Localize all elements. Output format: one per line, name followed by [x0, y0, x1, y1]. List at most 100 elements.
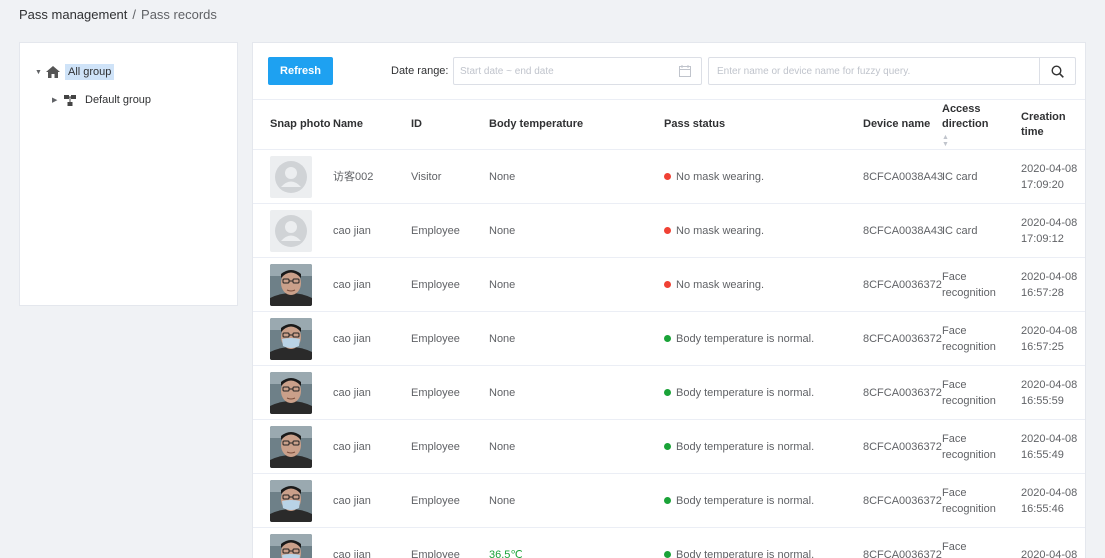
status-dot-icon [664, 388, 671, 396]
breadcrumb-current: Pass records [141, 7, 217, 22]
cell-id: Employee [411, 473, 489, 528]
snap-photo[interactable] [270, 317, 312, 360]
caret-down-icon[interactable]: ▼ [35, 69, 45, 76]
cell-name: cao jian [333, 311, 411, 366]
group-tree-panel: ▼ All group ▶ Default group [19, 42, 238, 306]
cell-id: Employee [411, 311, 489, 366]
cell-creation-time: 2020-04-08 16:55:46 [1021, 473, 1085, 528]
cell-access-direction: IC card [942, 149, 1021, 204]
breadcrumb: Pass management / Pass records [19, 7, 217, 22]
group-icon [62, 93, 78, 107]
cell-body-temperature: None [489, 257, 664, 312]
table-row[interactable]: cao jian Employee None No mask wearing. 8CFC… [253, 257, 1085, 312]
cell-name: cao jian [333, 365, 411, 420]
snap-photo[interactable] [270, 209, 312, 252]
cell-name: cao jian [333, 473, 411, 528]
fuzzy-search-input[interactable]: Enter name or device name for fuzzy quer… [708, 57, 1076, 85]
cell-access-direction: Face recognition [942, 257, 1021, 312]
cell-body-temperature: None [489, 311, 664, 366]
toolbar: Refresh Date range: Start date ~ end dat… [253, 43, 1085, 99]
cell-id: Employee [411, 419, 489, 474]
table-row[interactable]: cao jian Employee None No mask wearing. 8CFC… [253, 203, 1085, 258]
cell-pass-status: Body temperature is normal. [676, 332, 815, 345]
cell-id: Visitor [411, 149, 489, 204]
caret-right-icon[interactable]: ▶ [52, 96, 62, 104]
home-icon [45, 65, 61, 79]
cell-device-name: 8CFCA0038A43 [863, 149, 943, 204]
cell-access-direction: Face recognition [942, 473, 1021, 528]
pass-records-table: Snap photo Name ID Body temperature Pass… [253, 99, 1085, 558]
cell-id: Employee [411, 365, 489, 420]
header-id: ID [411, 99, 489, 150]
header-creation-time: Creation time [1021, 99, 1085, 150]
calendar-icon[interactable] [679, 65, 691, 80]
cell-access-direction: Face recognition [942, 365, 1021, 420]
cell-access-direction: Face recognition [942, 419, 1021, 474]
cell-body-temperature: None [489, 419, 664, 474]
cell-body-temperature: None [489, 203, 664, 258]
table-header-row: Snap photo Name ID Body temperature Pass… [253, 99, 1085, 150]
cell-access-direction: Face recognition [942, 311, 1021, 366]
cell-id: Employee [411, 203, 489, 258]
cell-name: cao jian [333, 257, 411, 312]
search-placeholder: Enter name or device name for fuzzy quer… [717, 66, 911, 77]
snap-photo[interactable] [270, 371, 312, 414]
cell-device-name: 8CFCA0038A43 [863, 203, 943, 258]
breadcrumb-parent[interactable]: Pass management [19, 7, 127, 22]
sort-icon[interactable]: ▲ ▼ [942, 134, 1021, 148]
pass-records-panel: Refresh Date range: Start date ~ end dat… [252, 42, 1086, 558]
refresh-button[interactable]: Refresh [268, 57, 333, 85]
cell-body-temperature: None [489, 149, 664, 204]
cell-name: cao jian [333, 419, 411, 474]
cell-device-name: 8CFCA0036372 [863, 311, 942, 366]
breadcrumb-separator: / [132, 7, 137, 22]
table-row[interactable]: cao jian Employee 36.5℃ Body temperature is… [253, 527, 1085, 558]
status-dot-icon [664, 334, 671, 342]
cell-pass-status: Body temperature is normal. [676, 386, 815, 399]
snap-photo[interactable] [270, 263, 312, 306]
status-dot-icon [664, 496, 671, 504]
header-pass-status: Pass status [664, 99, 863, 150]
cell-pass-status: Body temperature is normal. [676, 494, 815, 507]
status-dot-icon [664, 172, 671, 180]
tree-label-default-group[interactable]: Default group [82, 92, 154, 108]
cell-pass-status: No mask wearing. [676, 224, 765, 237]
tree-node-default-group[interactable]: ▶ Default group [52, 90, 154, 110]
header-snap-photo: Snap photo [253, 99, 333, 150]
snap-photo[interactable] [270, 425, 312, 468]
table-row[interactable]: cao jian Employee None Body temperature is … [253, 473, 1085, 528]
cell-access-direction: IC card [942, 203, 1021, 258]
date-range-placeholder: Start date ~ end date [460, 66, 554, 77]
snap-photo[interactable] [270, 533, 312, 558]
header-body-temperature: Body temperature [489, 99, 664, 150]
date-range-label: Date range: [391, 65, 449, 77]
status-dot-icon [664, 280, 671, 288]
tree-label-all-group[interactable]: All group [65, 64, 115, 80]
cell-pass-status: No mask wearing. [676, 170, 765, 183]
cell-creation-time: 2020-04-08 17:09:12 [1021, 203, 1085, 258]
table-row[interactable]: cao jian Employee None Body temperature is … [253, 311, 1085, 366]
cell-body-temperature: 36.5℃ [489, 527, 664, 558]
tree-node-all-group[interactable]: ▼ All group [35, 62, 115, 82]
snap-photo[interactable] [270, 479, 312, 522]
cell-name: cao jian [333, 527, 411, 558]
header-access-direction[interactable]: Access direction ▲ ▼ [942, 99, 1021, 150]
status-dot-icon [664, 550, 671, 558]
snap-photo[interactable] [270, 155, 312, 198]
date-range-input[interactable]: Start date ~ end date [453, 57, 702, 85]
cell-device-name: 8CFCA0036372 [863, 365, 942, 420]
cell-id: Employee [411, 527, 489, 558]
cell-creation-time: 2020-04-08 17:09:20 [1021, 149, 1085, 204]
cell-creation-time: 2020-04-08 16:57:28 [1021, 257, 1085, 312]
cell-creation-time: 2020-04-08 16:57:25 [1021, 311, 1085, 366]
table-row[interactable]: cao jian Employee None Body temperature is … [253, 419, 1085, 474]
header-device-name: Device name [863, 99, 942, 150]
cell-body-temperature: None [489, 365, 664, 420]
cell-device-name: 8CFCA0036372 [863, 419, 942, 474]
search-button[interactable] [1039, 58, 1075, 84]
cell-creation-time: 2020-04-08 [1021, 527, 1085, 558]
table-row[interactable]: cao jian Employee None Body temperature is … [253, 365, 1085, 420]
table-row[interactable]: 访客002 Visitor None No mask wearing. 8CFCA003… [253, 149, 1085, 204]
cell-device-name: 8CFCA0036372 [863, 473, 942, 528]
cell-pass-status: Body temperature is normal. [676, 440, 815, 453]
